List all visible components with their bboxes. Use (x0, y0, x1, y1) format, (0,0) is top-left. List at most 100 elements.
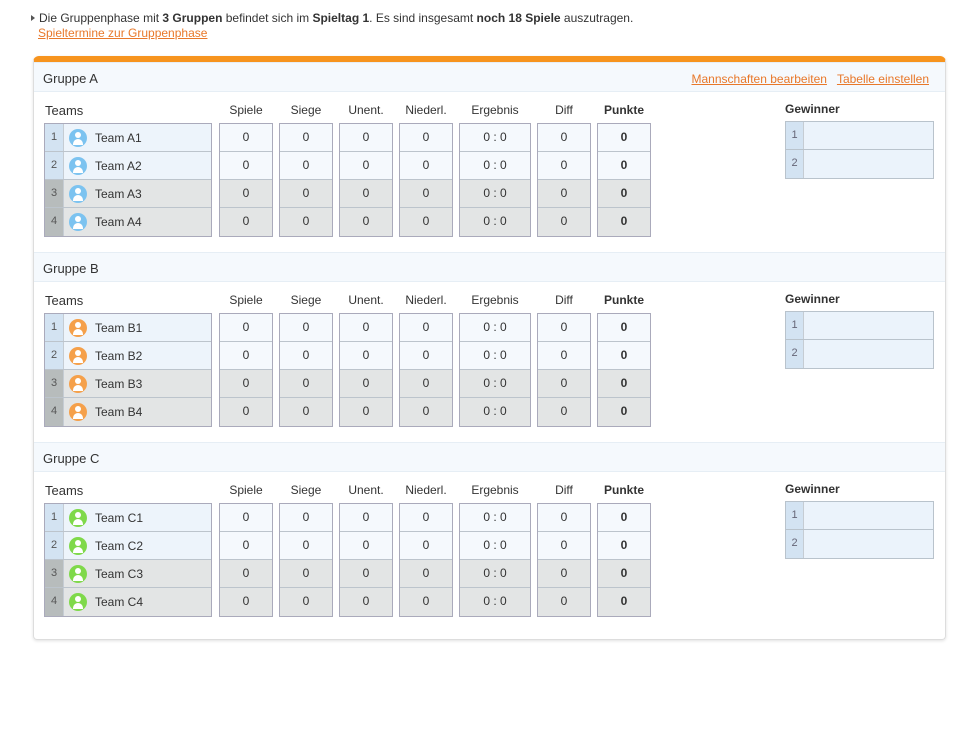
spiele-cell: 0 (220, 208, 272, 236)
group-header: Gruppe C (34, 442, 945, 472)
team-row[interactable]: 1 Team B1 (45, 314, 211, 342)
team-name-cell: Team A2 (63, 152, 211, 179)
winner-slot[interactable]: 2 (786, 340, 933, 368)
niederl-cell: 0 (400, 152, 452, 180)
punkte-cell: 0 (598, 180, 650, 208)
unent-column-header: Unent. (348, 483, 384, 497)
siege-column: 0000 (279, 503, 333, 617)
team-list: 1 Team B1 2 Team B2 3 Team B3 4 Team B4 (44, 313, 212, 427)
diff-column: 0000 (537, 123, 591, 237)
team-rank: 3 (45, 370, 63, 397)
winner-rank: 2 (786, 340, 804, 368)
team-row[interactable]: 4 Team C4 (45, 588, 211, 616)
team-name: Team B4 (95, 405, 143, 419)
team-name-cell: Team A3 (63, 180, 211, 207)
diff-cell: 0 (538, 208, 590, 236)
winner-slot[interactable]: 1 (786, 122, 933, 150)
edit-teams-link[interactable]: Mannschaften bearbeiten (692, 72, 827, 86)
team-list: 1 Team A1 2 Team A2 3 Team A3 4 Team A4 (44, 123, 212, 237)
team-row[interactable]: 2 Team A2 (45, 152, 211, 180)
niederl-cell: 0 (400, 208, 452, 236)
ergebnis-cell: 0 : 0 (460, 152, 530, 180)
schedule-link[interactable]: Spieltermine zur Gruppenphase (38, 26, 633, 40)
ergebnis-column-header: Ergebnis (471, 483, 519, 497)
diff-cell: 0 (538, 152, 590, 180)
group-phase-info: Die Gruppenphase mit 3 Gruppen befindet … (31, 11, 633, 40)
niederl-cell: 0 (400, 398, 452, 426)
punkte-cell: 0 (598, 314, 650, 342)
diff-column-header: Diff (555, 483, 573, 497)
diff-cell: 0 (538, 342, 590, 370)
siege-column: 0000 (279, 313, 333, 427)
winner-rank: 2 (786, 530, 804, 558)
siege-cell: 0 (280, 504, 332, 532)
punkte-column-header: Punkte (603, 293, 644, 307)
diff-cell: 0 (538, 370, 590, 398)
ergebnis-cell: 0 : 0 (460, 504, 530, 532)
niederl-cell: 0 (400, 532, 452, 560)
team-row[interactable]: 1 Team A1 (45, 124, 211, 152)
spiele-column-header: Spiele (229, 103, 263, 117)
punkte-cell: 0 (598, 532, 650, 560)
team-rank: 4 (45, 208, 63, 236)
team-avatar-icon (69, 536, 87, 555)
siege-column: 0000 (279, 123, 333, 237)
winner-slot[interactable]: 1 (786, 312, 933, 340)
niederl-cell: 0 (400, 370, 452, 398)
team-avatar-icon (69, 403, 87, 421)
unent-cell: 0 (340, 180, 392, 208)
diff-cell: 0 (538, 532, 590, 560)
winner-rank: 1 (786, 122, 804, 149)
team-rank: 1 (45, 314, 63, 341)
unent-cell: 0 (340, 370, 392, 398)
punkte-cell: 0 (598, 560, 650, 588)
team-row[interactable]: 2 Team B2 (45, 342, 211, 370)
ergebnis-column: 0 : 00 : 00 : 00 : 0 (459, 313, 531, 427)
ergebnis-cell: 0 : 0 (460, 370, 530, 398)
team-row[interactable]: 4 Team B4 (45, 398, 211, 426)
punkte-cell: 0 (598, 504, 650, 532)
team-name-cell: Team C4 (63, 588, 211, 616)
table-settings-link[interactable]: Tabelle einstellen (837, 72, 929, 86)
spiele-column-header: Spiele (229, 483, 263, 497)
team-row[interactable]: 3 Team B3 (45, 370, 211, 398)
diff-column: 0000 (537, 313, 591, 427)
team-name: Team C4 (95, 595, 144, 609)
siege-cell: 0 (280, 560, 332, 588)
unent-cell: 0 (340, 342, 392, 370)
ergebnis-cell: 0 : 0 (460, 208, 530, 236)
group-title: Gruppe A (43, 71, 98, 86)
team-row[interactable]: 4 Team A4 (45, 208, 211, 236)
team-avatar-icon (69, 564, 87, 583)
team-name: Team C2 (95, 538, 144, 553)
team-row[interactable]: 3 Team A3 (45, 180, 211, 208)
spiele-column: 0000 (219, 123, 273, 237)
winner-list: 12 (785, 121, 934, 179)
punkte-cell: 0 (598, 398, 650, 426)
siege-cell: 0 (280, 180, 332, 208)
team-row[interactable]: 2 Team C2 (45, 532, 211, 560)
unent-column: 0000 (339, 123, 393, 237)
diff-cell: 0 (538, 314, 590, 342)
team-avatar-icon (69, 184, 87, 203)
siege-cell: 0 (280, 370, 332, 398)
team-name-cell: Team A4 (63, 208, 211, 236)
ergebnis-cell: 0 : 0 (460, 588, 530, 616)
siege-cell: 0 (280, 314, 332, 342)
team-row[interactable]: 1 Team C1 (45, 504, 211, 532)
punkte-cell: 0 (598, 152, 650, 180)
team-avatar-icon (69, 374, 87, 393)
team-rank: 1 (45, 504, 63, 531)
team-rank: 2 (45, 342, 63, 369)
niederl-cell: 0 (400, 342, 452, 370)
team-row[interactable]: 3 Team C3 (45, 560, 211, 588)
team-list: 1 Team C1 2 Team C2 3 Team C3 4 Team C4 (44, 503, 212, 617)
winner-slot[interactable]: 2 (786, 530, 933, 558)
unent-column: 0000 (339, 503, 393, 617)
winner-slot[interactable]: 2 (786, 150, 933, 178)
ergebnis-column-header: Ergebnis (471, 103, 519, 117)
winner-slot[interactable]: 1 (786, 502, 933, 530)
diff-cell: 0 (538, 398, 590, 426)
team-name: Team C1 (95, 510, 144, 525)
spiele-column: 0000 (219, 503, 273, 617)
